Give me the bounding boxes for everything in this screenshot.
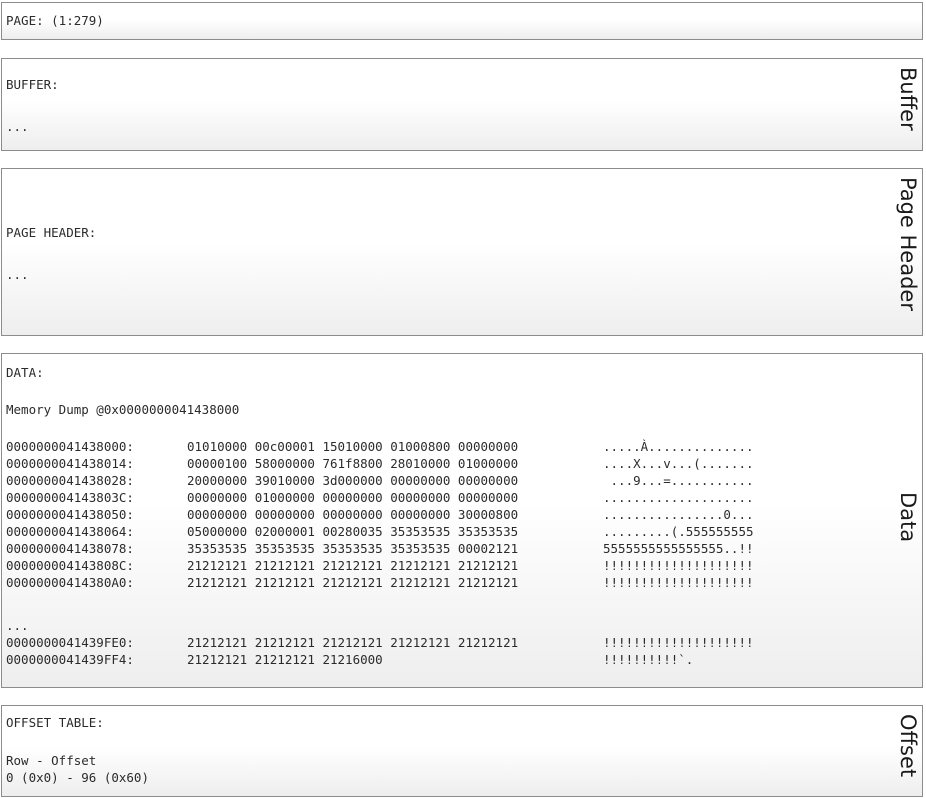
offset-table-entry: 0 (0x0) - 96 (0x60) — [6, 770, 149, 785]
page-header-body: ... — [6, 267, 29, 282]
memory-dump-address: 000000004143808C: — [6, 558, 134, 573]
data-heading: DATA: — [6, 365, 44, 380]
memory-dump-ascii: .........(.555555555 — [603, 524, 754, 539]
memory-dump-address: 0000000041438028: — [6, 473, 134, 488]
memory-dump-ascii: !!!!!!!!!!!!!!!!!!!! — [603, 558, 754, 573]
memory-dump-ascii: !!!!!!!!!!`. — [603, 652, 694, 667]
memory-dump-address: 0000000041438064: — [6, 524, 134, 539]
offset-table-panel: OFFSET TABLE: Row - Offset 0 (0x0) - 96 … — [1, 705, 923, 797]
memory-dump-hex: 21212121 21212121 21212121 21212121 2121… — [187, 558, 519, 573]
memory-dump-address: 0000000041438000: — [6, 439, 134, 454]
memory-dump-address: 0000000041438014: — [6, 456, 134, 471]
memory-dump-hex: 00000100 58000000 761f8800 28010000 0100… — [187, 456, 519, 471]
buffer-body: ... — [6, 119, 29, 134]
memory-dump-label: Memory Dump @0x0000000041438000 — [6, 402, 240, 417]
memory-dump-ascii: ...9...=........... — [603, 473, 754, 488]
memory-dump-address: 00000000414380A0: — [6, 575, 134, 590]
offset-table-heading: OFFSET TABLE: — [6, 715, 104, 730]
memory-dump-hex: 05000000 02000001 00280035 35353535 3535… — [187, 524, 519, 539]
memory-dump-hex: 21212121 21212121 21216000 — [187, 652, 383, 667]
memory-dump-ascii: 5555555555555555..!! — [603, 541, 754, 556]
memory-dump-address: 000000004143803C: — [6, 490, 134, 505]
memory-dump-hex: 01010000 00c00001 15010000 01000800 0000… — [187, 439, 519, 454]
memory-dump-address: 0000000041439FF4: — [6, 652, 134, 667]
memory-dump-ascii: ................0... — [603, 507, 754, 522]
page-id-label: PAGE: (1:279) — [6, 13, 104, 28]
memory-dump-ascii: !!!!!!!!!!!!!!!!!!!! — [603, 635, 754, 650]
memory-dump-hex: 00000000 01000000 00000000 00000000 0000… — [187, 490, 519, 505]
data-panel: DATA: Memory Dump @0x0000000041438000 00… — [1, 353, 923, 688]
memory-dump-address: 0000000041438078: — [6, 541, 134, 556]
buffer-side-title: Buffer — [896, 67, 920, 131]
memory-dump-hex: 20000000 39010000 3d000000 00000000 0000… — [187, 473, 519, 488]
buffer-heading: BUFFER: — [6, 77, 59, 92]
data-side-title: Data — [896, 492, 920, 543]
memory-dump-hex: 21212121 21212121 21212121 21212121 2121… — [187, 575, 519, 590]
page-id-panel: PAGE: (1:279) — [1, 2, 923, 40]
memory-dump-hex: 00000000 00000000 00000000 00000000 3000… — [187, 507, 519, 522]
memory-dump-hex: 35353535 35353535 35353535 35353535 0000… — [187, 541, 519, 556]
page-header-side-title: Page Header — [896, 177, 920, 311]
page-header-heading: PAGE HEADER: — [6, 225, 97, 240]
memory-dump-address: 0000000041438050: — [6, 507, 134, 522]
page-header-panel: PAGE HEADER: ... Page Header — [1, 168, 923, 336]
memory-dump-ascii: !!!!!!!!!!!!!!!!!!!! — [603, 575, 754, 590]
buffer-panel: BUFFER: ... Buffer — [1, 58, 923, 151]
offset-table-column-header: Row - Offset — [6, 753, 97, 768]
memory-dump-hex: 21212121 21212121 21212121 21212121 2121… — [187, 635, 519, 650]
memory-dump-ellipsis: ... — [6, 618, 29, 633]
memory-dump-ascii: .....À.............. — [603, 439, 754, 454]
memory-dump-ascii: .................... — [603, 490, 754, 505]
offset-side-title: Offset — [896, 714, 920, 778]
memory-dump-address: 0000000041439FE0: — [6, 635, 134, 650]
memory-dump-ascii: ....X...v...(....... — [603, 456, 754, 471]
